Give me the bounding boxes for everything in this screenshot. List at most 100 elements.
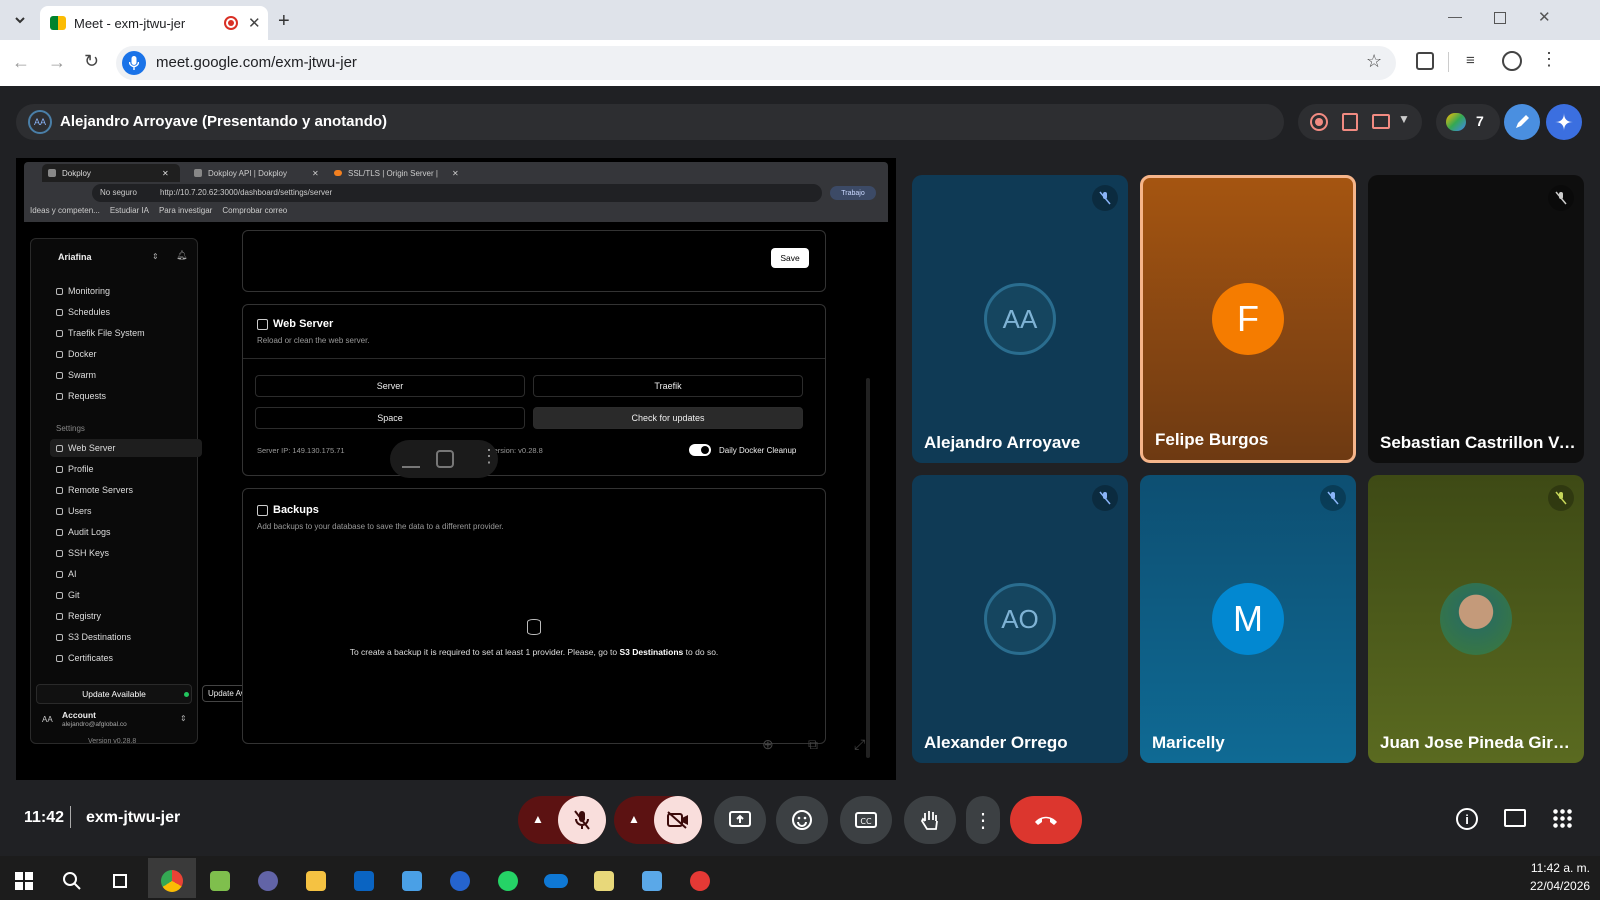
notepad-icon[interactable] [206, 868, 234, 894]
todo-icon[interactable] [446, 868, 474, 894]
space-button[interactable]: Space [255, 407, 525, 429]
leave-call-button[interactable] [1010, 796, 1082, 844]
sidebar-item-remote-servers[interactable]: Remote Servers [56, 485, 133, 495]
back-icon[interactable]: ← [12, 52, 30, 73]
participant-tile-2[interactable]: F Felipe Burgos [1140, 175, 1356, 463]
captions-off-icon[interactable] [1372, 114, 1390, 129]
tab-list-chevron-icon[interactable] [10, 10, 30, 30]
update-available-button[interactable]: Update Available [36, 684, 192, 704]
bookmark-1[interactable]: Ideas y competen... [30, 206, 100, 215]
raise-hand-button[interactable] [904, 796, 956, 844]
meeting-info-icon[interactable]: i [1456, 808, 1478, 830]
notes-icon[interactable] [1342, 113, 1358, 131]
sidebar-item-profile[interactable]: Profile [56, 464, 94, 474]
people-button[interactable]: 7 [1436, 104, 1500, 140]
reactions-button[interactable] [776, 796, 828, 844]
participant-tile-1[interactable]: AA Alejandro Arroyave [912, 175, 1128, 463]
sidebar-item-audit-logs[interactable]: Audit Logs [56, 527, 111, 537]
sidebar-item-web-server[interactable]: Web Server [56, 443, 115, 453]
onedrive-icon[interactable] [542, 868, 570, 894]
chevron-down-icon[interactable]: ▼ [1398, 112, 1410, 126]
teams-icon[interactable] [254, 868, 282, 894]
sidebar-item-s3-destinations[interactable]: S3 Destinations [56, 632, 131, 642]
sidebar-item-registry[interactable]: Registry [56, 611, 101, 621]
outlook-icon[interactable] [350, 868, 378, 894]
participant-tile-6[interactable]: Juan Jose Pineda Gira... [1368, 475, 1584, 763]
scrollbar[interactable] [866, 378, 870, 758]
sidebar-item-ai[interactable]: AI [56, 569, 77, 579]
taskbar-date[interactable]: 22/04/2026 [1530, 879, 1590, 893]
photos-icon[interactable] [398, 868, 426, 894]
bookmark-2[interactable]: Estudiar IA [110, 206, 149, 215]
record-icon[interactable] [1310, 113, 1328, 131]
more-options-icon[interactable]: ⋮ [480, 446, 498, 467]
mic-options-chevron-icon[interactable]: ▲ [532, 812, 544, 826]
sidebar-item-git[interactable]: Git [56, 590, 80, 600]
shared-tab-2[interactable]: Dokploy API | Dokploy ✕ [188, 164, 324, 182]
sidebar-item-docker[interactable]: Docker [56, 349, 97, 359]
microphone-in-use-icon[interactable] [122, 51, 146, 75]
sidebar-item-certificates[interactable]: Certificates [56, 653, 113, 663]
annotate-button[interactable] [1504, 104, 1540, 140]
camera-options-chevron-icon[interactable]: ▲ [628, 812, 640, 826]
participant-tile-4[interactable]: AO Alexander Orrego [912, 475, 1128, 763]
unpin-icon[interactable] [402, 450, 420, 468]
file-explorer-icon[interactable] [302, 868, 330, 894]
sidebar-item-requests[interactable]: Requests [56, 391, 106, 401]
bell-icon[interactable]: 🔔︎ [176, 250, 187, 261]
sidebar-item-users[interactable]: Users [56, 506, 92, 516]
org-switcher-icon[interactable]: ⇕ [152, 252, 159, 261]
bookmark-4[interactable]: Comprobar correo [222, 206, 287, 215]
browser-tab-meet[interactable]: Meet - exm-jtwu-jer ✕ [40, 6, 268, 40]
shared-omnibox[interactable]: No seguro http://10.7.20.62:3000/dashboa… [92, 184, 822, 202]
microphone-button[interactable] [558, 796, 606, 844]
bookmark-star-icon[interactable]: ☆ [1366, 51, 1382, 72]
captions-button[interactable]: CC [840, 796, 892, 844]
camera-button[interactable] [654, 796, 702, 844]
save-button[interactable]: Save [771, 248, 809, 268]
sound-off-icon[interactable] [436, 450, 454, 468]
sticky-notes-icon[interactable] [590, 868, 618, 894]
extensions-icon[interactable] [1416, 52, 1434, 70]
cleanup-toggle[interactable] [689, 444, 711, 456]
activities-icon[interactable] [1552, 808, 1572, 828]
new-tab-icon[interactable]: + [278, 10, 290, 33]
reload-icon[interactable]: ↻ [84, 51, 99, 72]
taskbar-time[interactable]: 11:42 a. m. [1530, 861, 1590, 875]
close-window-icon[interactable]: ✕ [1538, 8, 1551, 26]
chat-icon[interactable] [1504, 809, 1526, 827]
search-icon[interactable] [58, 868, 86, 894]
sidebar-item-monitoring[interactable]: Monitoring [56, 286, 110, 296]
whatsapp-icon[interactable] [494, 868, 522, 894]
sidebar-item-swarm[interactable]: Swarm [56, 370, 96, 380]
sidebar-item-traefik[interactable]: Traefik File System [56, 328, 145, 338]
bookmark-3[interactable]: Para investigar [159, 206, 212, 215]
shared-tab-1[interactable]: Dokploy ✕ [42, 164, 180, 182]
account-label[interactable]: Account [62, 710, 96, 720]
task-view-icon[interactable] [106, 868, 134, 894]
s3-destinations-link[interactable]: S3 Destinations [620, 647, 684, 657]
sidebar-item-schedules[interactable]: Schedules [56, 307, 110, 317]
browser-menu-icon[interactable]: ⋮ [1540, 49, 1558, 70]
remote-desktop-icon[interactable] [638, 868, 666, 894]
popout-icon[interactable]: ⧉ [808, 736, 818, 753]
traefik-button[interactable]: Traefik [533, 375, 803, 397]
sidebar-item-ssh-keys[interactable]: SSH Keys [56, 548, 109, 558]
zoom-icon[interactable]: ⊕ [762, 736, 774, 753]
participant-tile-5[interactable]: M Maricelly [1140, 475, 1356, 763]
more-options-button[interactable]: ⋮ [966, 796, 1000, 844]
account-switcher-icon[interactable]: ⇕ [180, 714, 187, 723]
profile-icon[interactable] [1502, 51, 1522, 71]
server-button[interactable]: Server [255, 375, 525, 397]
org-name[interactable]: Ariafina [58, 252, 92, 262]
vpn-icon[interactable] [686, 868, 714, 894]
chrome-icon[interactable] [158, 868, 186, 894]
restore-icon[interactable] [1494, 12, 1506, 24]
shared-tab-3[interactable]: SSL/TLS | Origin Server | ✕ [328, 164, 464, 182]
forward-icon[interactable]: → [48, 52, 66, 73]
windows-start-icon[interactable] [10, 868, 38, 894]
present-button[interactable] [714, 796, 766, 844]
gemini-button[interactable] [1546, 104, 1582, 140]
shared-profile-chip[interactable]: Trabajo [830, 186, 876, 200]
participant-tile-3[interactable]: Sebastian Castrillon Ve... [1368, 175, 1584, 463]
